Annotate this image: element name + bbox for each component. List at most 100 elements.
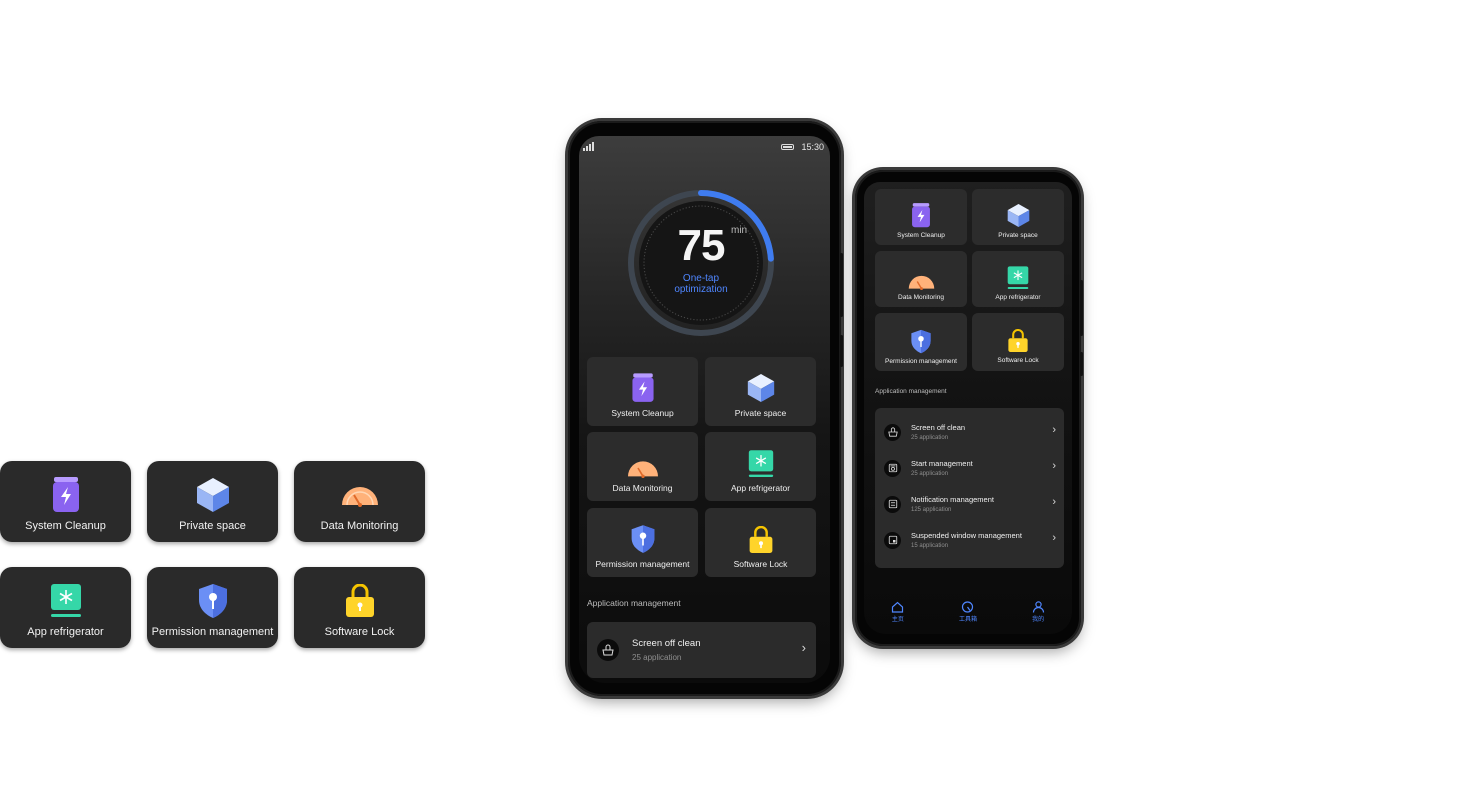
snowflake-icon (47, 582, 85, 620)
chevron-right-icon: › (1052, 496, 1056, 508)
tile-software-lock[interactable]: Software Lock (705, 508, 816, 577)
chevron-right-icon: › (801, 640, 806, 655)
tile-label: App refrigerator (995, 294, 1041, 301)
card-private-space[interactable]: Private space (147, 461, 278, 542)
speedometer-icon (341, 476, 379, 514)
volume-button (1080, 280, 1083, 336)
snowflake-icon (1007, 266, 1029, 290)
battery-icon (781, 144, 794, 150)
row-notification-management[interactable]: Notification management 125 application … (875, 488, 1064, 520)
row-subtitle: 25 application (911, 435, 949, 441)
row-subtitle: 15 application (911, 543, 949, 549)
status-time: 15:30 (801, 142, 824, 152)
optimize-caption-1: One-tap (682, 273, 720, 284)
card-system-cleanup[interactable]: System Cleanup (0, 461, 131, 542)
optimization-gauge[interactable]: 75 min One-tap optimization (627, 189, 775, 337)
signal-icon (583, 142, 594, 151)
padlock-icon (748, 526, 774, 554)
shield-key-icon (630, 524, 656, 554)
row-start-management[interactable]: Start management 25 application › (875, 452, 1064, 484)
tab-home[interactable]: 主页 (891, 601, 904, 623)
gauge-value: 75 (677, 221, 726, 270)
optimize-caption-2: optimization (674, 284, 728, 295)
gauge-unit: min (731, 225, 748, 236)
chevron-right-icon: › (1052, 532, 1056, 544)
startup-icon (884, 459, 901, 477)
tile-permission-management[interactable]: Permission management (587, 508, 698, 577)
tile-app-refrigerator[interactable]: App refrigerator (705, 432, 816, 501)
power-button (1080, 352, 1083, 376)
row-screen-off-clean[interactable]: Screen off clean 25 application › (587, 622, 816, 678)
tile-label: Data Monitoring (612, 483, 673, 493)
tile-label: System Cleanup (611, 408, 674, 418)
shield-key-icon (194, 582, 232, 620)
canvas: System Cleanup Private space Data Monito… (0, 0, 1480, 787)
chevron-right-icon: › (1052, 460, 1056, 472)
tile-data-monitoring[interactable]: Data Monitoring (875, 251, 967, 307)
padlock-icon (341, 582, 379, 620)
tile-system-cleanup[interactable]: System Cleanup (875, 189, 967, 245)
tile-label: Private space (734, 408, 787, 418)
optimize-button[interactable]: One-tap optimization (627, 273, 775, 295)
tab-label: 工具箱 (958, 617, 977, 623)
section-title: Application management (875, 388, 947, 395)
notification-icon (884, 495, 901, 513)
card-label: App refrigerator (27, 626, 104, 638)
row-title: Start management (911, 459, 973, 468)
cube-icon (1007, 203, 1030, 228)
tile-system-cleanup[interactable]: System Cleanup (587, 357, 698, 426)
status-bar: 15:30 (579, 142, 830, 154)
phone-main: 15:30 75 min One-tap optimization System… (568, 121, 843, 696)
tile-label: App refrigerator (730, 483, 791, 493)
row-suspended-window-management[interactable]: Suspended window management 15 applicati… (875, 524, 1064, 556)
card-permission-management[interactable]: Permission management (147, 567, 278, 648)
app-management-card: Screen off clean 25 application › Start … (875, 408, 1064, 568)
card-software-lock[interactable]: Software Lock (294, 567, 425, 648)
tile-data-monitoring[interactable]: Data Monitoring (587, 432, 698, 501)
phone-secondary: System Cleanup Private space Data Monito… (855, 170, 1083, 646)
tile-label: Private space (998, 232, 1038, 239)
speedometer-icon (627, 458, 659, 478)
card-data-monitoring[interactable]: Data Monitoring (294, 461, 425, 542)
bottom-tab-bar: 主页 工具箱 我的 (864, 601, 1072, 623)
cube-icon (194, 476, 232, 514)
tab-profile[interactable]: 我的 (1032, 601, 1045, 623)
screen-secondary: System Cleanup Private space Data Monito… (864, 182, 1072, 634)
tile-label: Data Monitoring (898, 294, 944, 301)
floating-window-icon (884, 531, 901, 549)
row-title: Screen off clean (632, 638, 701, 649)
tile-label: System Cleanup (897, 232, 945, 239)
trash-bin-icon (630, 373, 656, 403)
tile-software-lock[interactable]: Software Lock (972, 313, 1064, 371)
tile-private-space[interactable]: Private space (972, 189, 1064, 245)
card-label: System Cleanup (25, 520, 106, 532)
basket-icon (884, 423, 901, 441)
row-screen-off-clean[interactable]: Screen off clean 25 application › (875, 416, 1064, 448)
tile-app-refrigerator[interactable]: App refrigerator (972, 251, 1064, 307)
row-title: Screen off clean (911, 423, 966, 432)
trash-bin-icon (910, 203, 932, 228)
tile-label: Permission management (885, 358, 957, 365)
card-app-refrigerator[interactable]: App refrigerator (0, 567, 131, 648)
row-title: Notification management (911, 495, 994, 504)
chevron-right-icon: › (1052, 424, 1056, 436)
toolbox-icon (962, 601, 974, 613)
power-button (840, 335, 843, 367)
cube-icon (747, 373, 775, 403)
home-icon (892, 601, 904, 613)
card-label: Permission management (151, 626, 274, 638)
app-management-card: Screen off clean 25 application › (587, 622, 816, 678)
trash-bin-icon (47, 476, 85, 514)
volume-button (840, 253, 843, 317)
row-subtitle: 25 application (632, 653, 682, 662)
basket-icon (597, 639, 619, 661)
tile-private-space[interactable]: Private space (705, 357, 816, 426)
tab-toolbox[interactable]: 工具箱 (959, 601, 977, 623)
padlock-icon (1007, 329, 1029, 353)
card-label: Software Lock (324, 626, 395, 638)
tile-label: Permission management (595, 559, 690, 569)
tile-permission-management[interactable]: Permission management (875, 313, 967, 371)
section-title: Application management (587, 598, 681, 608)
shield-key-icon (910, 329, 932, 354)
screen-main: 15:30 75 min One-tap optimization System… (579, 136, 830, 683)
